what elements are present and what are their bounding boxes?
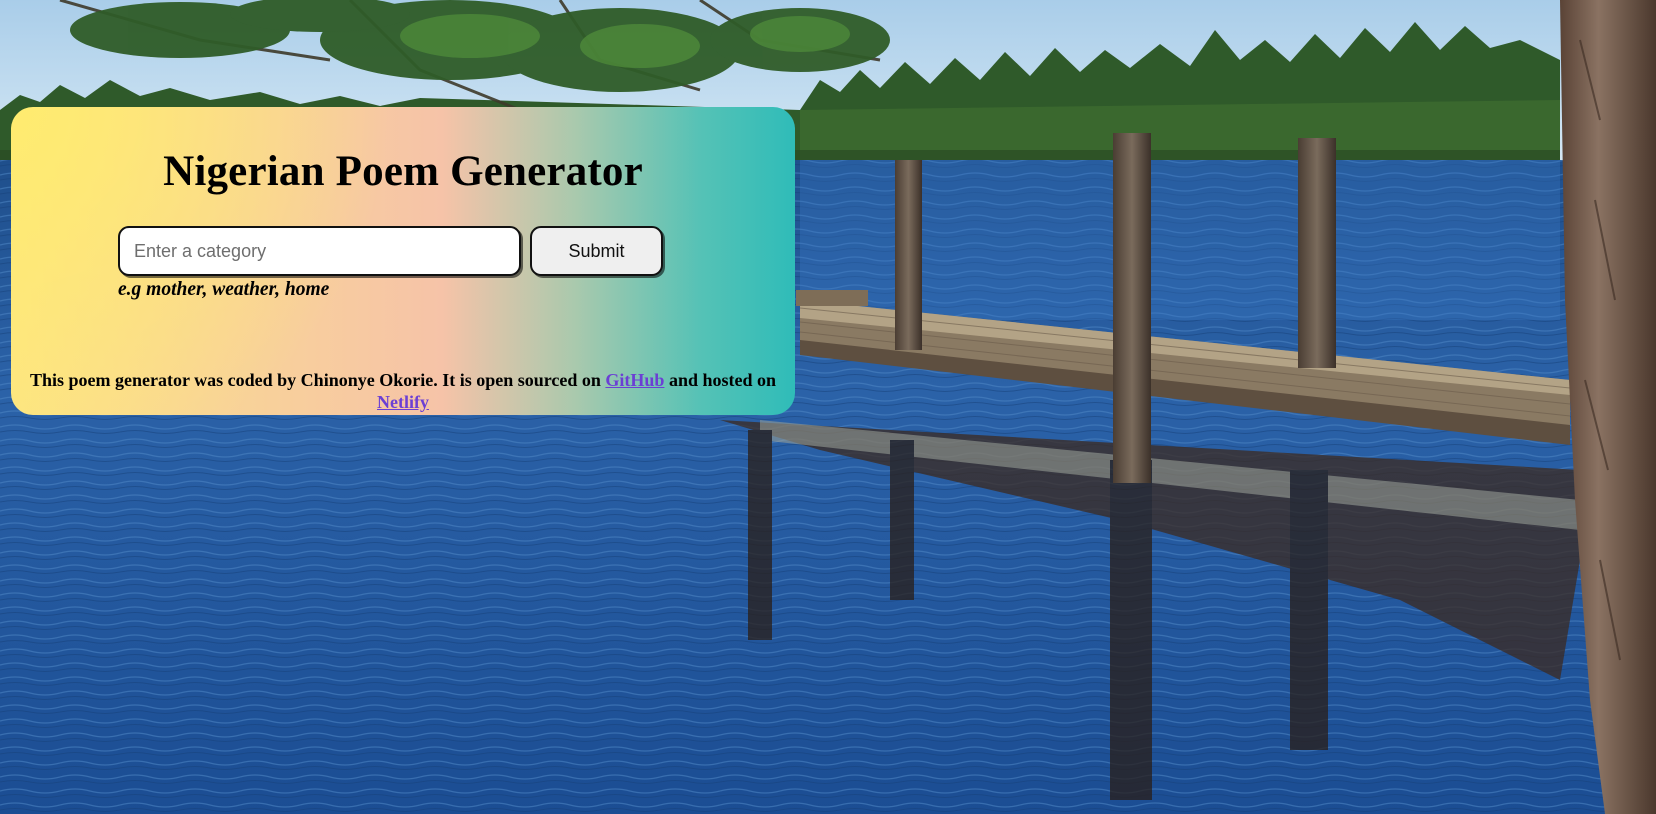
footer-text-before: This poem generator was coded by Chinony… bbox=[30, 370, 606, 390]
submit-button[interactable]: Submit bbox=[530, 226, 663, 276]
page-title: Nigerian Poem Generator bbox=[163, 148, 643, 195]
github-link[interactable]: GitHub bbox=[605, 370, 664, 390]
footer-credits: This poem generator was coded by Chinony… bbox=[11, 369, 795, 413]
poem-generator-card: Nigerian Poem Generator Submit e.g mothe… bbox=[11, 107, 795, 415]
netlify-link[interactable]: Netlify bbox=[377, 392, 429, 412]
footer-text-middle: and hosted on bbox=[664, 370, 776, 390]
category-input[interactable] bbox=[118, 226, 521, 276]
category-hint: e.g mother, weather, home bbox=[118, 279, 330, 300]
